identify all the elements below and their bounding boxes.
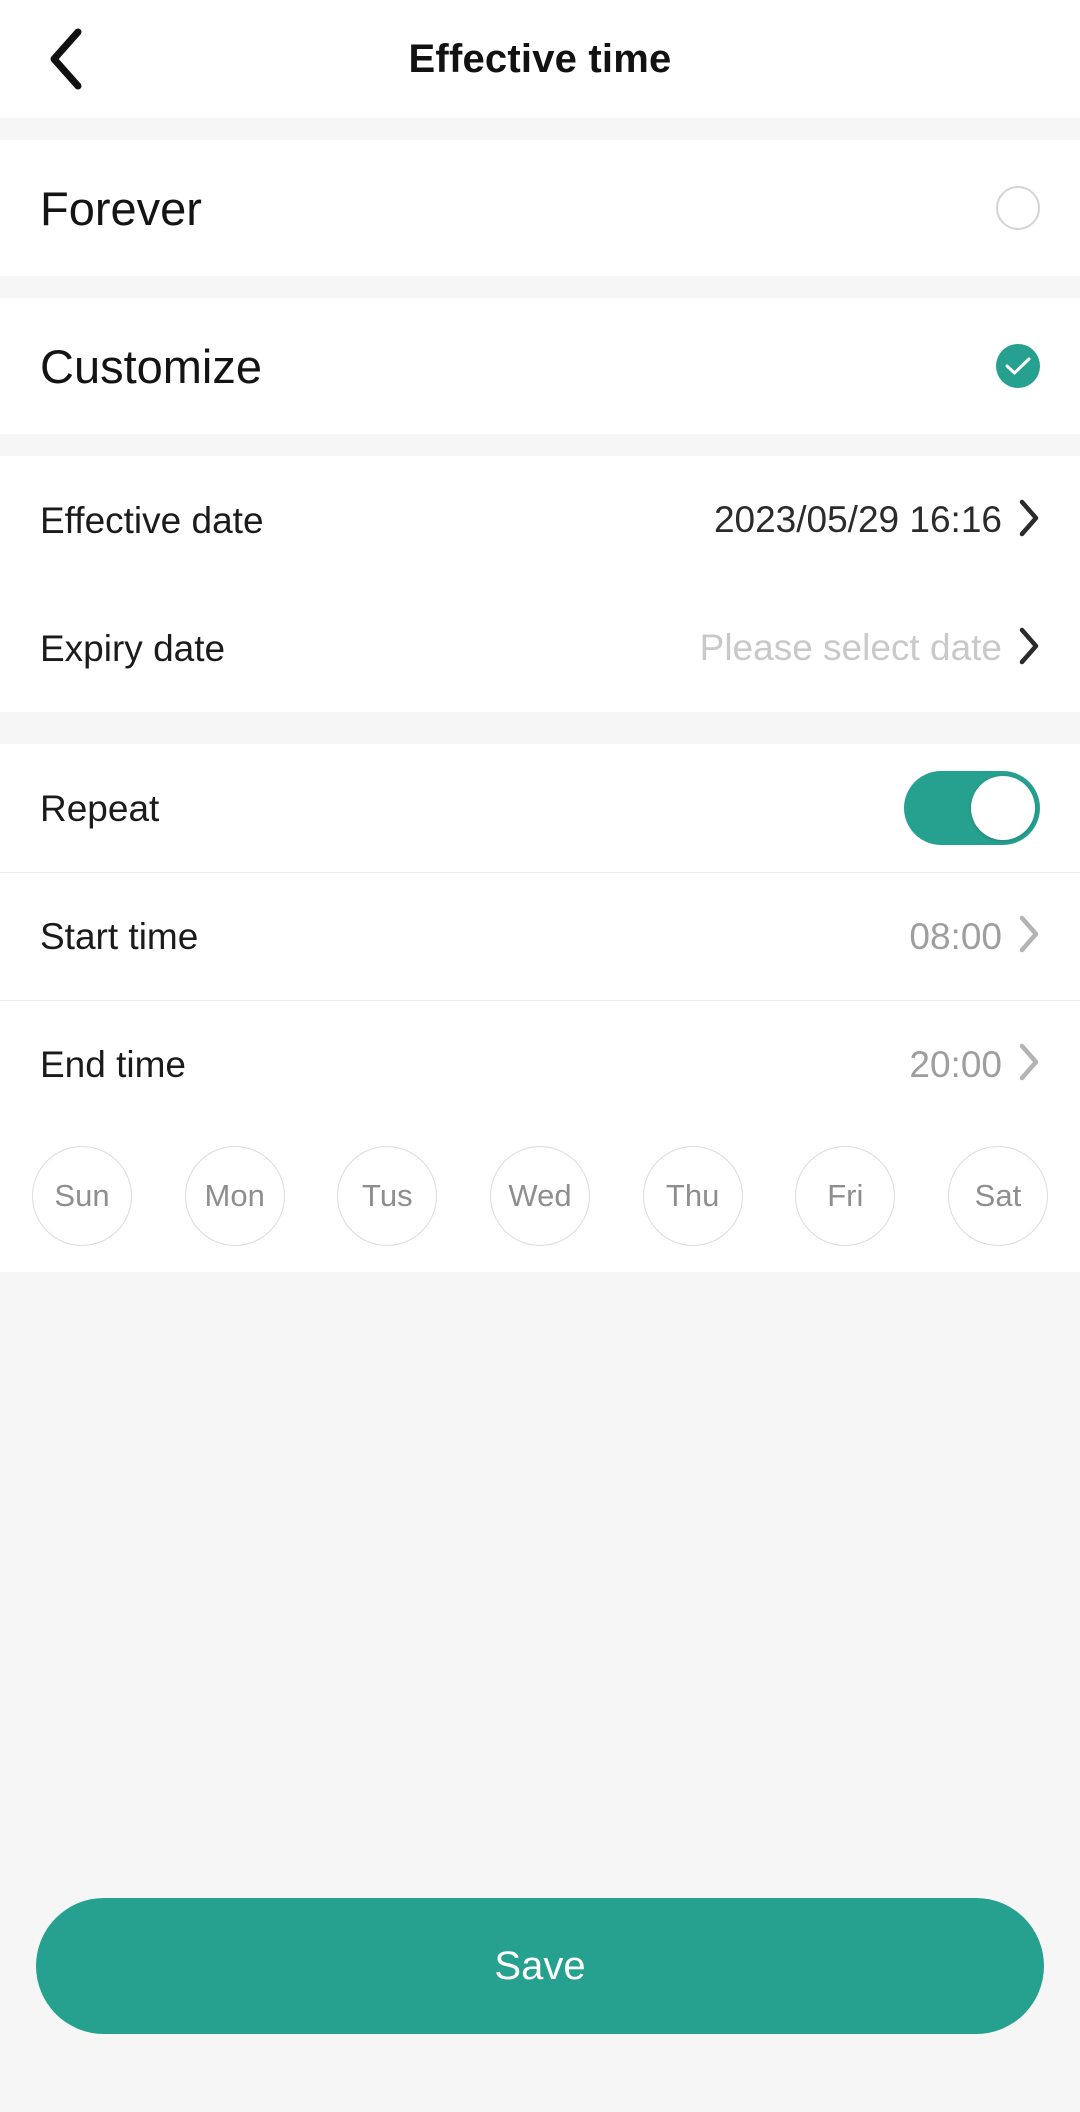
mode-customize-card: Customize <box>0 298 1080 434</box>
content-spacer <box>0 1272 1080 1898</box>
save-button[interactable]: Save <box>36 1898 1044 2034</box>
repeat-row[interactable]: Repeat <box>0 744 1080 872</box>
end-time-label: End time <box>40 1044 187 1085</box>
weekday-selector: Sun Mon Tus Wed Thu Fri Sat <box>0 1128 1080 1272</box>
date-section: Effective date 2023/05/29 16:16 Expiry d… <box>0 456 1080 712</box>
mode-option-forever[interactable]: Forever <box>0 140 1080 276</box>
mode-option-forever-label: Forever <box>40 181 202 235</box>
page-title: Effective time <box>408 36 672 81</box>
start-time-label: Start time <box>40 916 199 957</box>
weekday-chip-tus[interactable]: Tus <box>337 1146 438 1246</box>
effective-date-right: 2023/05/29 16:16 <box>714 499 1040 542</box>
chevron-right-icon <box>1018 915 1040 958</box>
repeat-label: Repeat <box>40 787 160 829</box>
effective-date-value: 2023/05/29 16:16 <box>713 499 1002 540</box>
expiry-date-row[interactable]: Expiry date Please select date <box>0 584 1080 712</box>
effective-date-row[interactable]: Effective date 2023/05/29 16:16 <box>0 456 1080 584</box>
app-header: Effective time <box>0 0 1080 118</box>
mode-option-customize[interactable]: Customize <box>0 298 1080 434</box>
toggle-knob <box>971 776 1035 840</box>
expiry-date-right: Please select date <box>700 627 1040 670</box>
footer-actions: Save <box>0 1898 1080 2112</box>
mode-forever-card: Forever <box>0 140 1080 276</box>
section-gap <box>0 276 1080 298</box>
section-gap <box>0 712 1080 744</box>
effective-time-screen: Effective time Forever Customize Effecti… <box>0 0 1080 2112</box>
chevron-right-icon <box>1018 499 1040 542</box>
mode-option-customize-label: Customize <box>40 339 263 393</box>
weekday-chip-fri[interactable]: Fri <box>795 1146 896 1246</box>
end-time-value: 20:00 <box>909 1043 1002 1085</box>
weekday-chip-wed[interactable]: Wed <box>489 1146 590 1246</box>
radio-checked-icon[interactable] <box>996 344 1040 388</box>
section-gap <box>0 118 1080 140</box>
chevron-right-icon <box>1018 1043 1040 1086</box>
weekday-chip-mon[interactable]: Mon <box>184 1146 285 1246</box>
expiry-date-label: Expiry date <box>40 627 226 669</box>
end-time-right: 20:00 <box>909 1043 1040 1086</box>
repeat-section: Repeat Start time 08:00 End time 20:00 S… <box>0 744 1080 1272</box>
expiry-date-value: Please select date <box>699 627 1002 668</box>
chevron-left-icon <box>46 28 86 90</box>
weekday-chip-sun[interactable]: Sun <box>32 1146 132 1246</box>
section-gap <box>0 434 1080 456</box>
start-time-value: 08:00 <box>909 915 1002 957</box>
back-button[interactable] <box>18 0 114 118</box>
weekday-chip-sat[interactable]: Sat <box>947 1146 1048 1246</box>
start-time-row[interactable]: Start time 08:00 <box>0 872 1080 1000</box>
radio-unchecked-icon[interactable] <box>996 186 1040 230</box>
repeat-toggle[interactable] <box>904 771 1040 845</box>
end-time-row[interactable]: End time 20:00 <box>0 1000 1080 1128</box>
weekday-chip-thu[interactable]: Thu <box>642 1146 743 1246</box>
start-time-right: 08:00 <box>909 915 1040 958</box>
chevron-right-icon <box>1018 627 1040 670</box>
effective-date-label: Effective date <box>40 499 264 541</box>
